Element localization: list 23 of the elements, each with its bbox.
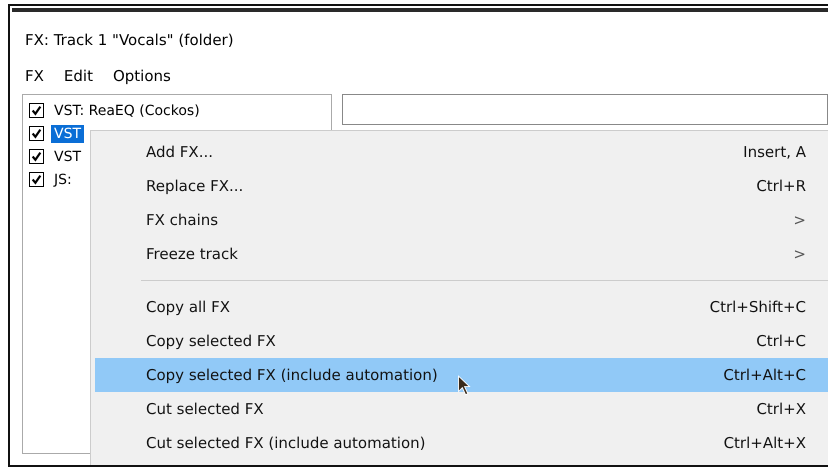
menu-item[interactable]: FX [25, 67, 44, 89]
window-title: FX: Track 1 "Vocals" (folder) [24, 30, 235, 51]
checkbox[interactable] [29, 103, 44, 118]
menu-item[interactable]: Add FX... Insert, A [91, 135, 828, 169]
menu-item[interactable]: Cut selected FX Ctrl+X [91, 392, 828, 426]
menu-item[interactable]: FX chains > [91, 203, 828, 237]
checkbox[interactable] [29, 172, 44, 187]
menu-item[interactable]: Freeze track > [91, 237, 828, 271]
menu-item[interactable]: Copy selected FX (include automation) Ctrl+Alt+C [95, 358, 828, 392]
menu-item[interactable]: Replace FX... Ctrl+R [91, 169, 828, 203]
menu-item[interactable]: Options [112, 67, 171, 89]
checkbox[interactable] [29, 149, 44, 164]
text-field[interactable] [342, 94, 828, 125]
fx-list-item[interactable]: VST [51, 124, 84, 142]
menu-item[interactable]: Edit [64, 67, 93, 89]
checkbox[interactable] [29, 126, 44, 141]
fx-list-item[interactable]: JS: [51, 170, 75, 188]
menu-item[interactable]: Copy all FX Ctrl+Shift+C [91, 290, 828, 324]
mouse-pointer-icon [457, 375, 471, 397]
fx-list-item[interactable]: VST [51, 148, 84, 166]
menu-item[interactable]: Copy selected FX Ctrl+C [91, 324, 828, 358]
menu-item[interactable]: Cut selected FX (include automation) Ctrl+Alt+X [91, 426, 828, 460]
fx-list-item[interactable]: VST: ReaEQ (Cockos) [51, 102, 203, 120]
